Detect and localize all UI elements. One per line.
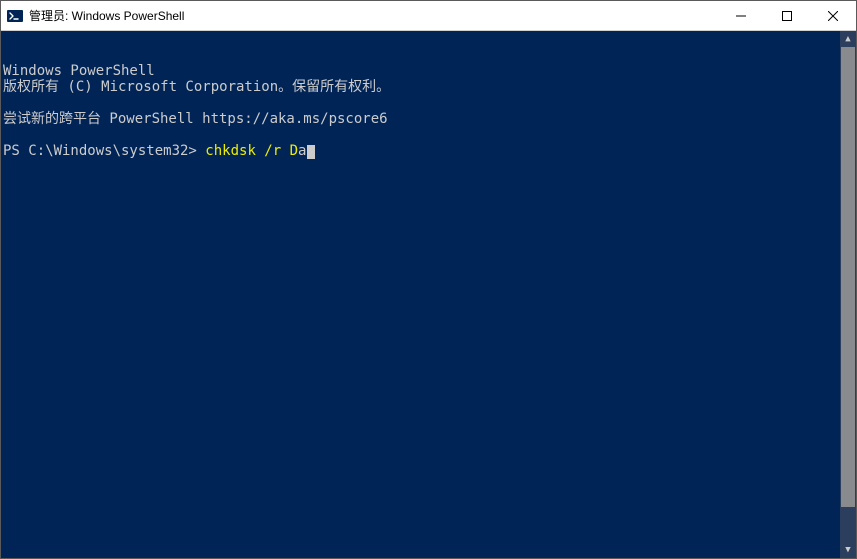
vertical-scrollbar[interactable]: ▲ ▼ <box>840 31 856 558</box>
prompt: PS C:\Windows\system32> <box>3 143 205 159</box>
terminal-area[interactable]: Windows PowerShell 版权所有 (C) Microsoft Co… <box>1 31 856 558</box>
pscore-line: 尝试新的跨平台 PowerShell https://aka.ms/pscore… <box>3 111 388 127</box>
maximize-button[interactable] <box>764 1 810 30</box>
minimize-button[interactable] <box>718 1 764 30</box>
text-cursor <box>307 145 315 159</box>
close-button[interactable] <box>810 1 856 30</box>
terminal-content: Windows PowerShell 版权所有 (C) Microsoft Co… <box>3 63 854 159</box>
scroll-up-arrow-icon[interactable]: ▲ <box>840 31 856 47</box>
window-controls <box>718 1 856 30</box>
scroll-down-arrow-icon[interactable]: ▼ <box>840 542 856 558</box>
powershell-window: 管理员: Windows PowerShell Windows PowerShe… <box>0 0 857 559</box>
banner-line-1: Windows PowerShell <box>3 63 155 79</box>
command-text: chkdsk /r D <box>205 143 298 159</box>
window-title: 管理员: Windows PowerShell <box>29 7 718 24</box>
scrollbar-thumb[interactable] <box>841 47 855 507</box>
banner-line-2: 版权所有 (C) Microsoft Corporation。保留所有权利。 <box>3 79 390 95</box>
titlebar[interactable]: 管理员: Windows PowerShell <box>1 1 856 31</box>
command-tail: a <box>298 143 306 159</box>
powershell-icon <box>7 8 23 24</box>
